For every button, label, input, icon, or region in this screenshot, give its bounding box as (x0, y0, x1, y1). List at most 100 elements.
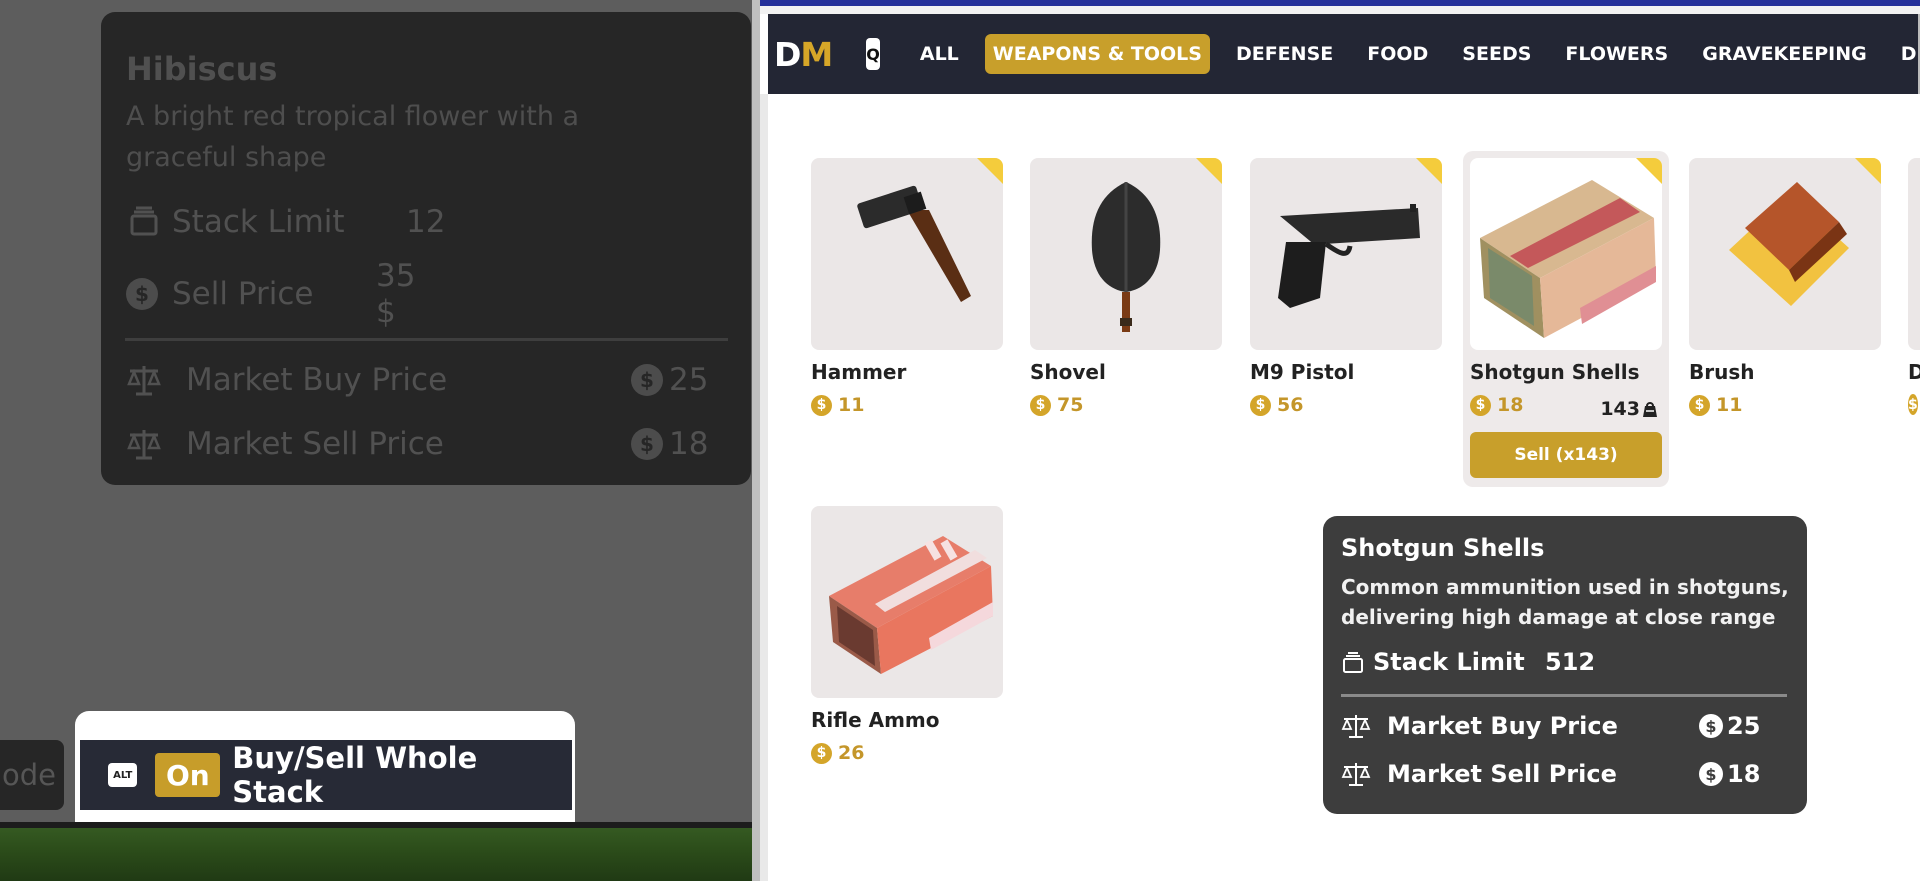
item-thumbnail (1470, 158, 1662, 350)
toggle-state-badge: On (155, 753, 221, 797)
price-value: 75 (1057, 394, 1084, 416)
shotgun-shells-box-icon (1480, 180, 1656, 338)
item-card-partial[interactable]: D $ (1908, 158, 1920, 415)
coin-icon: $ (1250, 394, 1271, 416)
market-buy-row: Market Buy Price $ 25 (126, 362, 708, 398)
tab-weapons-tools[interactable]: WEAPONS & TOOLS (984, 34, 1210, 74)
panel-separator (752, 0, 760, 881)
window-left-border (760, 94, 768, 881)
item-info: Shotgun Shells $18 143 (1470, 360, 1662, 420)
bag-icon (1643, 402, 1657, 417)
toggle-label: Buy/Sell Whole Stack (232, 741, 478, 809)
stack-limit-value: 512 (1545, 648, 1596, 676)
dm-logo: DM (774, 34, 833, 74)
market-buy-label: Market Buy Price (1387, 712, 1618, 740)
category-navbar: DM Q ALL WEAPONS & TOOLS DEFENSE FOOD SE… (768, 14, 1920, 94)
price-value: 11 (1716, 394, 1743, 416)
item-tooltip-dimmed: Hibiscus A bright red tropical flower wi… (101, 12, 751, 485)
scale-icon (127, 430, 161, 460)
item-tooltip: Shotgun Shells Common ammunition used in… (1323, 516, 1807, 814)
market-sell-value-group: $ 18 (1699, 760, 1760, 788)
stack-limit-label: Stack Limit (172, 204, 345, 240)
coin-icon: $ (1908, 394, 1918, 415)
item-price: $26 (811, 742, 1003, 764)
item-name: M9 Pistol (1250, 360, 1355, 384)
market-sell-value: 18 (669, 426, 709, 462)
tooltip-title: Shotgun Shells (1341, 534, 1545, 562)
item-name: Brush (1689, 360, 1755, 384)
coin-icon: $ (1470, 394, 1491, 416)
left-game-panel: Hibiscus A bright red tropical flower wi… (0, 0, 752, 881)
prev-mode-chip[interactable]: ode (0, 740, 64, 810)
item-card-m9-pistol[interactable]: M9 Pistol $56 (1250, 158, 1442, 416)
tooltip-title: Hibiscus (126, 50, 278, 88)
item-name: D (1908, 360, 1920, 384)
brush-icon (1729, 182, 1849, 306)
market-sell-row: Market Sell Price (1341, 760, 1617, 788)
tooltip-description: Common ammunition used in shotguns, deli… (1341, 575, 1789, 629)
divider (1341, 694, 1787, 697)
sell-price-row: $ Sell Price 35 $ (126, 258, 415, 330)
stack-limit-label: Stack Limit (1373, 648, 1525, 676)
tab-gravekeeping[interactable]: GRAVEKEEPING (1694, 34, 1875, 74)
scale-icon (1341, 715, 1371, 738)
alt-key-hint: ALT (108, 763, 138, 787)
coin-icon: $ (631, 364, 663, 396)
tab-all[interactable]: ALL (912, 34, 967, 74)
item-card-rifle-ammo[interactable]: Rifle Ammo $26 (811, 506, 1003, 764)
market-buy-row: Market Buy Price (1341, 712, 1618, 740)
item-thumbnail (1689, 158, 1881, 350)
market-sell-row: Market Sell Price $ 18 (126, 426, 708, 462)
tooltip-description: A bright red tropical flower with a grac… (126, 101, 580, 173)
shovel-icon (1091, 182, 1161, 332)
price-value: 11 (838, 394, 865, 416)
item-thumbnail (1908, 158, 1920, 350)
divider (125, 338, 728, 341)
market-buy-value-group: $ 25 (1699, 712, 1760, 740)
stack-limit-row: Stack Limit 512 (1341, 648, 1595, 676)
tab-seeds[interactable]: SEEDS (1454, 34, 1539, 74)
item-card-brush[interactable]: Brush $11 (1689, 158, 1881, 416)
item-card-shotgun-shells[interactable]: Shotgun Shells $18 143 Sell (x143) (1470, 158, 1662, 478)
price-value: 56 (1277, 394, 1304, 416)
tab-defense[interactable]: DEFENSE (1228, 34, 1341, 74)
window-top-gap (760, 6, 1920, 14)
stack-limit-value: 12 (406, 204, 446, 240)
coin-icon: $ (1689, 394, 1710, 416)
stack-limit-row: Stack Limit 12 (126, 204, 445, 240)
item-name: Shovel (1030, 360, 1106, 384)
item-price: $11 (811, 394, 1003, 416)
item-thumbnail (811, 158, 1003, 350)
item-thumbnail (1030, 158, 1222, 350)
price-value: 18 (1497, 394, 1524, 416)
market-buy-value: 25 (669, 362, 709, 398)
sell-price-value: 35 $ (376, 258, 416, 330)
coin-icon: $ (811, 394, 832, 416)
item-name: Shotgun Shells (1470, 360, 1640, 384)
market-buy-label: Market Buy Price (186, 362, 448, 398)
item-price: $11 (1689, 394, 1881, 416)
stack-icon (1343, 652, 1363, 673)
item-card-shovel[interactable]: Shovel $75 (1030, 158, 1222, 416)
price-value: 26 (838, 742, 865, 764)
item-price: $75 (1030, 394, 1222, 416)
market-sell-value: 18 (1727, 760, 1761, 788)
item-price: $56 (1250, 394, 1442, 416)
q-key-hint[interactable]: Q (866, 38, 880, 70)
tab-flowers[interactable]: FLOWERS (1557, 34, 1676, 74)
buy-sell-whole-stack-toggle[interactable]: ALT On Buy/Sell Whole Stack (80, 740, 572, 810)
tab-food[interactable]: FOOD (1359, 34, 1436, 74)
market-buy-value-group: $ 25 (631, 362, 708, 398)
logo-d: D (774, 34, 801, 74)
market-sell-label: Market Sell Price (1387, 760, 1617, 788)
pistol-icon (1278, 204, 1420, 308)
item-price: $ (1908, 394, 1920, 415)
sell-price-label: Sell Price (172, 276, 314, 312)
market-sell-value-group: $ 18 (631, 426, 708, 462)
coin-icon: $ (631, 428, 663, 460)
item-card-hammer[interactable]: Hammer $11 (811, 158, 1003, 416)
tab-decorations[interactable]: DECORATIO (1893, 34, 1920, 74)
sell-stack-button[interactable]: Sell (x143) (1470, 432, 1662, 478)
hammer-icon (857, 185, 971, 302)
coin-icon: $ (1699, 714, 1723, 738)
